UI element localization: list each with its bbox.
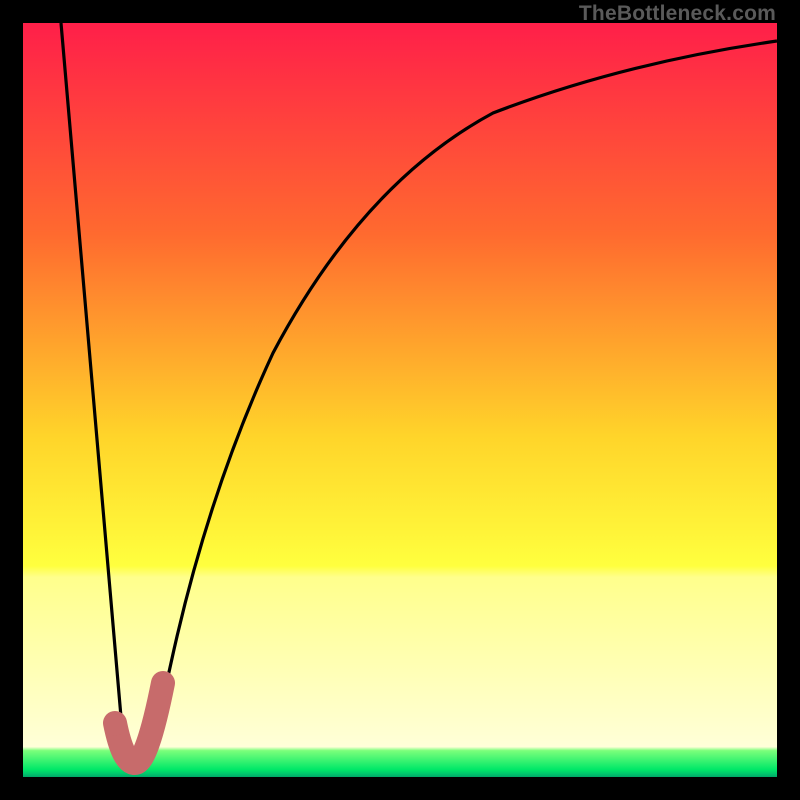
watermark-text: TheBottleneck.com: [579, 2, 776, 26]
marker-dot: [104, 714, 126, 736]
curve-layer: [23, 23, 777, 777]
bottleneck-curve: [61, 23, 777, 760]
plot-area: [23, 23, 777, 777]
chart-frame: TheBottleneck.com: [0, 0, 800, 800]
